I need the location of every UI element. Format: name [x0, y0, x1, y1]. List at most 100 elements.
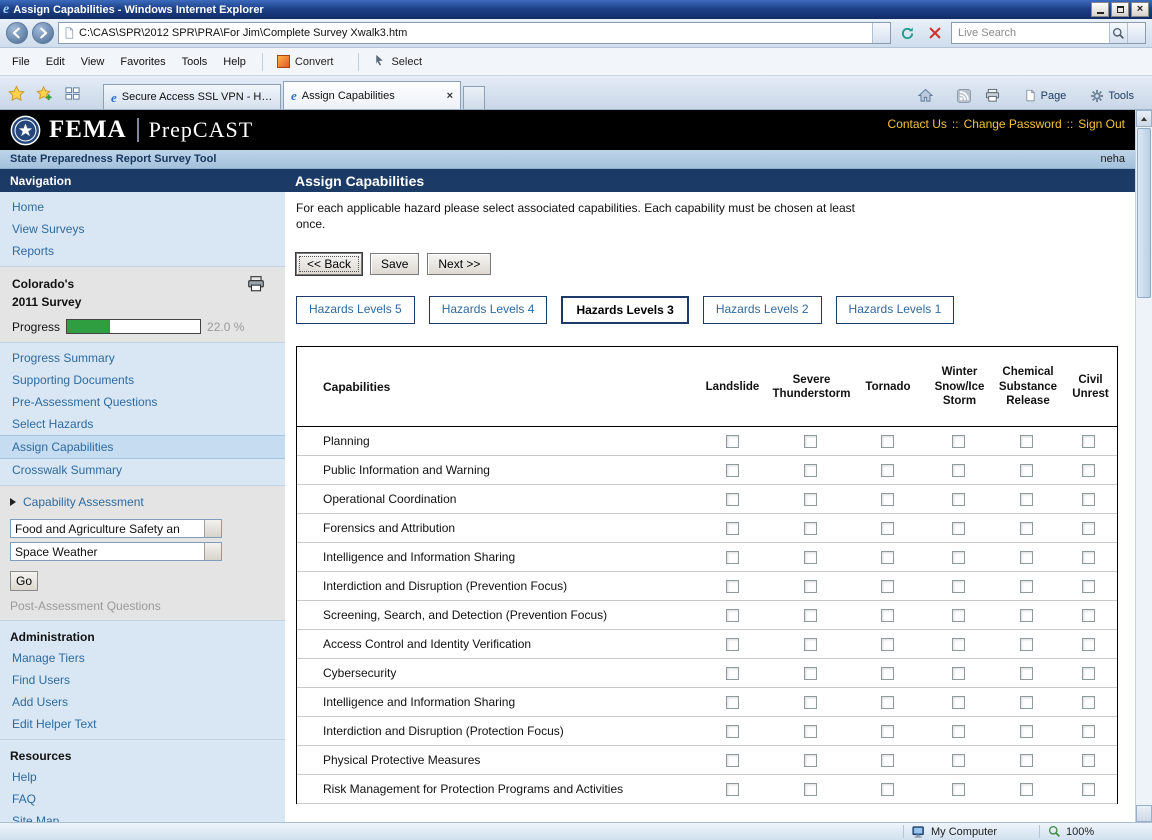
convert-button[interactable]: Convert: [271, 52, 351, 71]
capability-checkbox[interactable]: [726, 522, 739, 535]
capability-checkbox[interactable]: [1082, 754, 1095, 767]
capability-checkbox[interactable]: [804, 754, 817, 767]
vertical-scrollbar[interactable]: [1135, 110, 1152, 822]
capability-checkbox[interactable]: [726, 435, 739, 448]
capability-checkbox[interactable]: [726, 638, 739, 651]
capability-checkbox[interactable]: [881, 522, 894, 535]
capability-checkbox[interactable]: [952, 696, 965, 709]
browser-tab[interactable]: e Assign Capabilities ×: [283, 81, 461, 109]
capability-checkbox[interactable]: [1082, 783, 1095, 796]
sidebar-link[interactable]: Assign Capabilities: [0, 435, 285, 459]
capability-checkbox[interactable]: [1020, 696, 1033, 709]
capability-checkbox[interactable]: [1020, 522, 1033, 535]
capability-checkbox[interactable]: [952, 638, 965, 651]
scroll-up-button[interactable]: [1136, 110, 1152, 127]
minimize-button[interactable]: [1091, 2, 1109, 17]
capability-checkbox[interactable]: [881, 638, 894, 651]
capability-checkbox[interactable]: [952, 493, 965, 506]
capability-checkbox[interactable]: [726, 667, 739, 680]
sidebar-link[interactable]: Add Users: [0, 691, 285, 713]
tab-close-icon[interactable]: ×: [447, 90, 453, 102]
page-menu-button[interactable]: Page: [1019, 87, 1082, 104]
sidebar-link[interactable]: Crosswalk Summary: [0, 459, 285, 481]
hazard-tab[interactable]: Hazards Levels 2: [703, 296, 822, 324]
quick-tabs-button[interactable]: [59, 80, 85, 106]
sidebar-link[interactable]: Home: [0, 196, 285, 218]
capability-checkbox[interactable]: [952, 551, 965, 564]
capability-checkbox[interactable]: [881, 696, 894, 709]
capability-checkbox[interactable]: [804, 493, 817, 506]
capability-checkbox[interactable]: [804, 667, 817, 680]
save-button[interactable]: Save: [370, 253, 419, 275]
capability-checkbox[interactable]: [804, 783, 817, 796]
add-favorite-button[interactable]: [31, 80, 57, 106]
capability-checkbox[interactable]: [726, 493, 739, 506]
capability-checkbox[interactable]: [881, 493, 894, 506]
stop-button[interactable]: [923, 22, 947, 44]
capability-checkbox[interactable]: [881, 435, 894, 448]
new-tab-button[interactable]: [463, 86, 485, 109]
scrollbar-track[interactable]: [1136, 299, 1152, 805]
capability-dropdown[interactable]: Food and Agriculture Safety an: [10, 519, 222, 538]
menu-item[interactable]: File: [4, 52, 38, 72]
capability-checkbox[interactable]: [952, 522, 965, 535]
menu-item[interactable]: Help: [215, 52, 254, 72]
capability-checkbox[interactable]: [1082, 551, 1095, 564]
capability-checkbox[interactable]: [726, 580, 739, 593]
capability-checkbox[interactable]: [804, 464, 817, 477]
sidebar-link[interactable]: Reports: [0, 240, 285, 262]
capability-checkbox[interactable]: [1082, 464, 1095, 477]
hazard-tab[interactable]: Hazards Levels 3: [561, 296, 688, 324]
menu-item[interactable]: Edit: [38, 52, 73, 72]
hazard-tab[interactable]: Hazards Levels 1: [836, 296, 955, 324]
capability-checkbox[interactable]: [952, 783, 965, 796]
menu-item[interactable]: Favorites: [112, 52, 173, 72]
capability-checkbox[interactable]: [726, 551, 739, 564]
search-box[interactable]: Live Search: [951, 22, 1146, 44]
sidebar-link[interactable]: Help: [0, 766, 285, 788]
capability-checkbox[interactable]: [804, 522, 817, 535]
capability-checkbox[interactable]: [1020, 638, 1033, 651]
capability-checkbox[interactable]: [1082, 609, 1095, 622]
capability-checkbox[interactable]: [1082, 696, 1095, 709]
capability-checkbox[interactable]: [1020, 725, 1033, 738]
zoom-control[interactable]: 100%: [1040, 825, 1152, 838]
capability-checkbox[interactable]: [1020, 551, 1033, 564]
capability-checkbox[interactable]: [804, 725, 817, 738]
hazard-tab[interactable]: Hazards Levels 4: [429, 296, 548, 324]
browser-tab[interactable]: e Secure Access SSL VPN - Home ×: [103, 84, 281, 109]
search-input[interactable]: Live Search: [958, 27, 1109, 39]
refresh-button[interactable]: [895, 22, 919, 44]
capability-checkbox[interactable]: [952, 609, 965, 622]
capability-checkbox[interactable]: [1020, 667, 1033, 680]
dropdown-arrow-icon[interactable]: [204, 543, 221, 560]
search-options-button[interactable]: [1127, 23, 1145, 43]
capability-checkbox[interactable]: [952, 464, 965, 477]
capability-checkbox[interactable]: [1082, 522, 1095, 535]
close-button[interactable]: ×: [1131, 2, 1149, 17]
capability-checkbox[interactable]: [804, 696, 817, 709]
tab-list-button[interactable]: [87, 80, 101, 106]
capability-checkbox[interactable]: [1082, 725, 1095, 738]
sidebar-link[interactable]: Pre-Assessment Questions: [0, 391, 285, 413]
capability-checkbox[interactable]: [1020, 493, 1033, 506]
capability-checkbox[interactable]: [804, 638, 817, 651]
capability-checkbox[interactable]: [726, 609, 739, 622]
favorites-center-button[interactable]: [3, 80, 29, 106]
capability-checkbox[interactable]: [804, 580, 817, 593]
hazard-dropdown[interactable]: Space Weather: [10, 542, 222, 561]
go-button[interactable]: Go: [10, 571, 38, 591]
sidebar-link[interactable]: Progress Summary: [0, 347, 285, 369]
capability-checkbox[interactable]: [1082, 435, 1095, 448]
header-link[interactable]: Contact Us: [888, 117, 947, 131]
scroll-down-button[interactable]: [1136, 805, 1152, 822]
capability-checkbox[interactable]: [1020, 580, 1033, 593]
capability-assessment-link[interactable]: Capability Assessment: [10, 491, 275, 515]
forward-button[interactable]: [32, 22, 54, 44]
sidebar-link[interactable]: Select Hazards: [0, 413, 285, 435]
capability-checkbox[interactable]: [726, 725, 739, 738]
sidebar-link[interactable]: Supporting Documents: [0, 369, 285, 391]
select-button[interactable]: Select: [367, 51, 428, 73]
capability-checkbox[interactable]: [1020, 464, 1033, 477]
capability-checkbox[interactable]: [804, 435, 817, 448]
